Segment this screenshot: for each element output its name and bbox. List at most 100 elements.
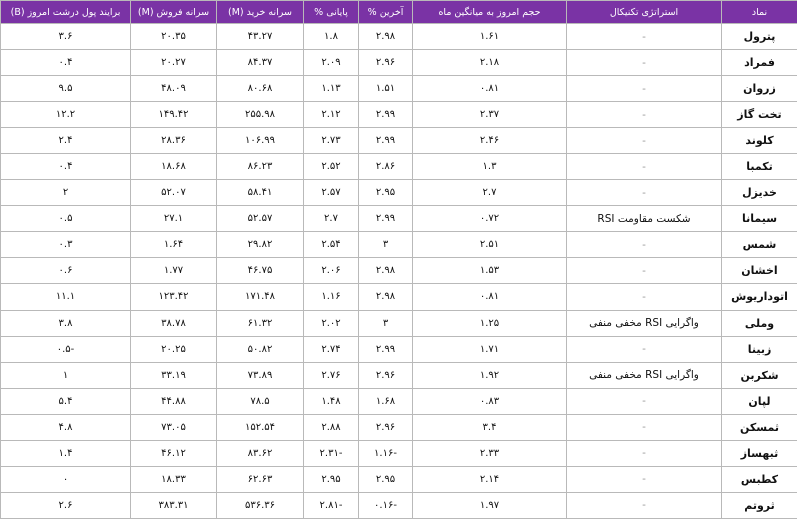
- sell-per-capita-cell: ۱.۷۷: [130, 257, 217, 285]
- strategy-cell: شکست مقاومت RSI: [566, 205, 722, 233]
- close-percent-cell: ۲.۰۲: [303, 309, 359, 337]
- last-percent-cell: ۲.۹۵: [358, 465, 413, 493]
- last-percent-cell: ۲.۹۹: [358, 335, 413, 363]
- money-flow-cell: ۵.۴: [0, 387, 131, 415]
- sell-per-capita-cell: ۴۸.۰۹: [130, 75, 217, 103]
- symbol-cell: زروان: [721, 75, 797, 103]
- strategy-cell: -: [566, 465, 722, 493]
- last-percent-cell: ۲.۸۶: [358, 153, 413, 181]
- header-symbol[interactable]: نماد: [721, 0, 797, 24]
- sell-per-capita-cell: ۲۷.۱: [130, 205, 217, 233]
- buy-per-capita-cell: ۱۵۲.۵۴: [216, 413, 304, 441]
- volume-ratio-cell: ۱.۲۵: [412, 309, 567, 337]
- strategy-cell: -: [566, 22, 722, 51]
- table-row: لپان -۰.۸۳ ۱.۶۸ ۱.۴۸ ۷۸.۵ ۴۴.۸۸ ۵.۴: [0, 387, 797, 415]
- close-percent-cell: ۱.۴۸: [303, 387, 359, 415]
- sell-per-capita-cell: ۷۳.۰۵: [130, 413, 217, 441]
- table-row: اخشان -۱.۵۳ ۲.۹۸ ۲.۰۶ ۴۶.۷۵ ۱.۷۷ ۰.۶: [0, 257, 797, 285]
- symbol-cell: شکربن: [721, 361, 797, 389]
- symbol-cell: ثروتم: [721, 491, 797, 519]
- symbol-cell: فمراد: [721, 49, 797, 77]
- last-percent-cell: ۲.۹۶: [358, 413, 413, 441]
- header-last-percent[interactable]: آخرین %: [358, 0, 413, 24]
- sell-per-capita-cell: ۲۰.۲۷: [130, 49, 217, 77]
- buy-per-capita-cell: ۲۵۵.۹۸: [216, 101, 304, 129]
- close-percent-cell: ۲.۷: [303, 205, 359, 233]
- symbol-cell: ثبهساز: [721, 439, 797, 467]
- money-flow-cell: ۴.۸: [0, 413, 131, 441]
- money-flow-cell: ۰.۶: [0, 257, 131, 285]
- table-row: ثمسکن -۳.۴ ۲.۹۶ ۲.۸۸ ۱۵۲.۵۴ ۷۳.۰۵ ۴.۸: [0, 413, 797, 441]
- strategy-cell: -: [566, 179, 722, 207]
- close-percent-cell: ۱.۸: [303, 22, 359, 51]
- money-flow-cell: ۱۱.۱: [0, 283, 131, 311]
- close-percent-cell: ۲.۵۷: [303, 179, 359, 207]
- volume-ratio-cell: ۱.۵۳: [412, 257, 567, 285]
- sell-per-capita-cell: ۱۴۹.۴۲: [130, 101, 217, 129]
- symbol-cell: کطبس: [721, 465, 797, 493]
- money-flow-cell: ۱: [0, 361, 131, 389]
- buy-per-capita-cell: ۸۴.۳۷: [216, 49, 304, 77]
- sell-per-capita-cell: ۴۶.۱۲: [130, 439, 217, 467]
- buy-per-capita-cell: ۱۰۶.۹۹: [216, 127, 304, 155]
- header-buy-per-capita[interactable]: سرانه خرید (M): [216, 0, 304, 24]
- header-money-flow[interactable]: برایند پول درشت امروز (B): [0, 0, 131, 24]
- strategy-cell: -: [566, 387, 722, 415]
- header-close-percent[interactable]: پایانی %: [303, 0, 359, 24]
- sell-per-capita-cell: ۵۲.۰۷: [130, 179, 217, 207]
- strategy-cell: -: [566, 335, 722, 363]
- buy-per-capita-cell: ۲۹.۸۲: [216, 231, 304, 259]
- table-row: وملی واگرایی RSI مخفی منفی ۱.۲۵ ۳ ۲.۰۲ ۶۱.۳۲ ۳…: [0, 309, 797, 337]
- last-percent-cell: -۱.۱۶: [358, 439, 413, 467]
- symbol-cell: وملی: [721, 309, 797, 337]
- sell-per-capita-cell: ۱۸.۶۸: [130, 153, 217, 181]
- sell-per-capita-cell: ۲۸.۳۶: [130, 127, 217, 155]
- buy-per-capita-cell: ۵۸.۴۱: [216, 179, 304, 207]
- table-row: خدیزل -۲.۷ ۲.۹۵ ۲.۵۷ ۵۸.۴۱ ۵۲.۰۷ ۲: [0, 179, 797, 207]
- symbol-cell: زبینا: [721, 335, 797, 363]
- sell-per-capita-cell: ۲۰.۳۵: [130, 22, 217, 51]
- volume-ratio-cell: ۲.۳۷: [412, 101, 567, 129]
- last-percent-cell: ۱.۵۱: [358, 75, 413, 103]
- money-flow-cell: ۰.۳: [0, 231, 131, 259]
- symbol-cell: سیمانا: [721, 205, 797, 233]
- volume-ratio-cell: ۰.۸۱: [412, 283, 567, 311]
- header-sell-per-capita[interactable]: سرانه فروش (M): [130, 0, 217, 24]
- last-percent-cell: ۲.۹۹: [358, 205, 413, 233]
- close-percent-cell: ۲.۸۸: [303, 413, 359, 441]
- strategy-cell: واگرایی RSI مخفی منفی: [566, 361, 722, 389]
- table-row: اتوداریوش -۰.۸۱ ۲.۹۸ ۱.۱۶ ۱۷۱.۴۸ ۱۲۳.۴۲ ۱۱.۱: [0, 283, 797, 311]
- money-flow-cell: ۱۲.۲: [0, 101, 131, 129]
- money-flow-cell: ۳.۶: [0, 22, 131, 51]
- table-row: پترول -۱.۶۱ ۲.۹۸ ۱.۸ ۴۳.۲۷ ۲۰.۳۵ ۳.۶: [0, 22, 797, 51]
- sell-per-capita-cell: ۱۲۳.۴۲: [130, 283, 217, 311]
- strategy-cell: واگرایی RSI مخفی منفی: [566, 309, 722, 337]
- money-flow-cell: ۰.۵: [0, 205, 131, 233]
- buy-per-capita-cell: ۸۳.۶۲: [216, 439, 304, 467]
- money-flow-cell: ۳.۸: [0, 309, 131, 337]
- strategy-cell: -: [566, 491, 722, 519]
- strategy-cell: -: [566, 439, 722, 467]
- money-flow-cell: ۹.۵: [0, 75, 131, 103]
- stock-screener-table: نماد استراتژی تکنیکال حجم امروز به میانگ…: [0, 0, 797, 519]
- last-percent-cell: ۳: [358, 309, 413, 337]
- strategy-cell: -: [566, 283, 722, 311]
- symbol-cell: اتوداریوش: [721, 283, 797, 311]
- sell-per-capita-cell: ۳۳.۱۹: [130, 361, 217, 389]
- strategy-cell: -: [566, 75, 722, 103]
- symbol-cell: تخت گاز: [721, 101, 797, 129]
- buy-per-capita-cell: ۵۳۶.۳۶: [216, 491, 304, 519]
- header-volume-ratio[interactable]: حجم امروز به میانگین ماه: [412, 0, 567, 24]
- volume-ratio-cell: ۰.۸۱: [412, 75, 567, 103]
- symbol-cell: پترول: [721, 22, 797, 51]
- close-percent-cell: ۲.۵۲: [303, 153, 359, 181]
- symbol-cell: تکمبا: [721, 153, 797, 181]
- volume-ratio-cell: ۰.۷۲: [412, 205, 567, 233]
- volume-ratio-cell: ۲.۳۳: [412, 439, 567, 467]
- volume-ratio-cell: ۲.۷: [412, 179, 567, 207]
- buy-per-capita-cell: ۷۸.۵: [216, 387, 304, 415]
- close-percent-cell: ۲.۵۴: [303, 231, 359, 259]
- symbol-cell: کلوند: [721, 127, 797, 155]
- table-row: تکمبا -۱.۳ ۲.۸۶ ۲.۵۲ ۸۶.۲۳ ۱۸.۶۸ ۰.۴: [0, 153, 797, 181]
- header-technical-strategy[interactable]: استراتژی تکنیکال: [566, 0, 722, 24]
